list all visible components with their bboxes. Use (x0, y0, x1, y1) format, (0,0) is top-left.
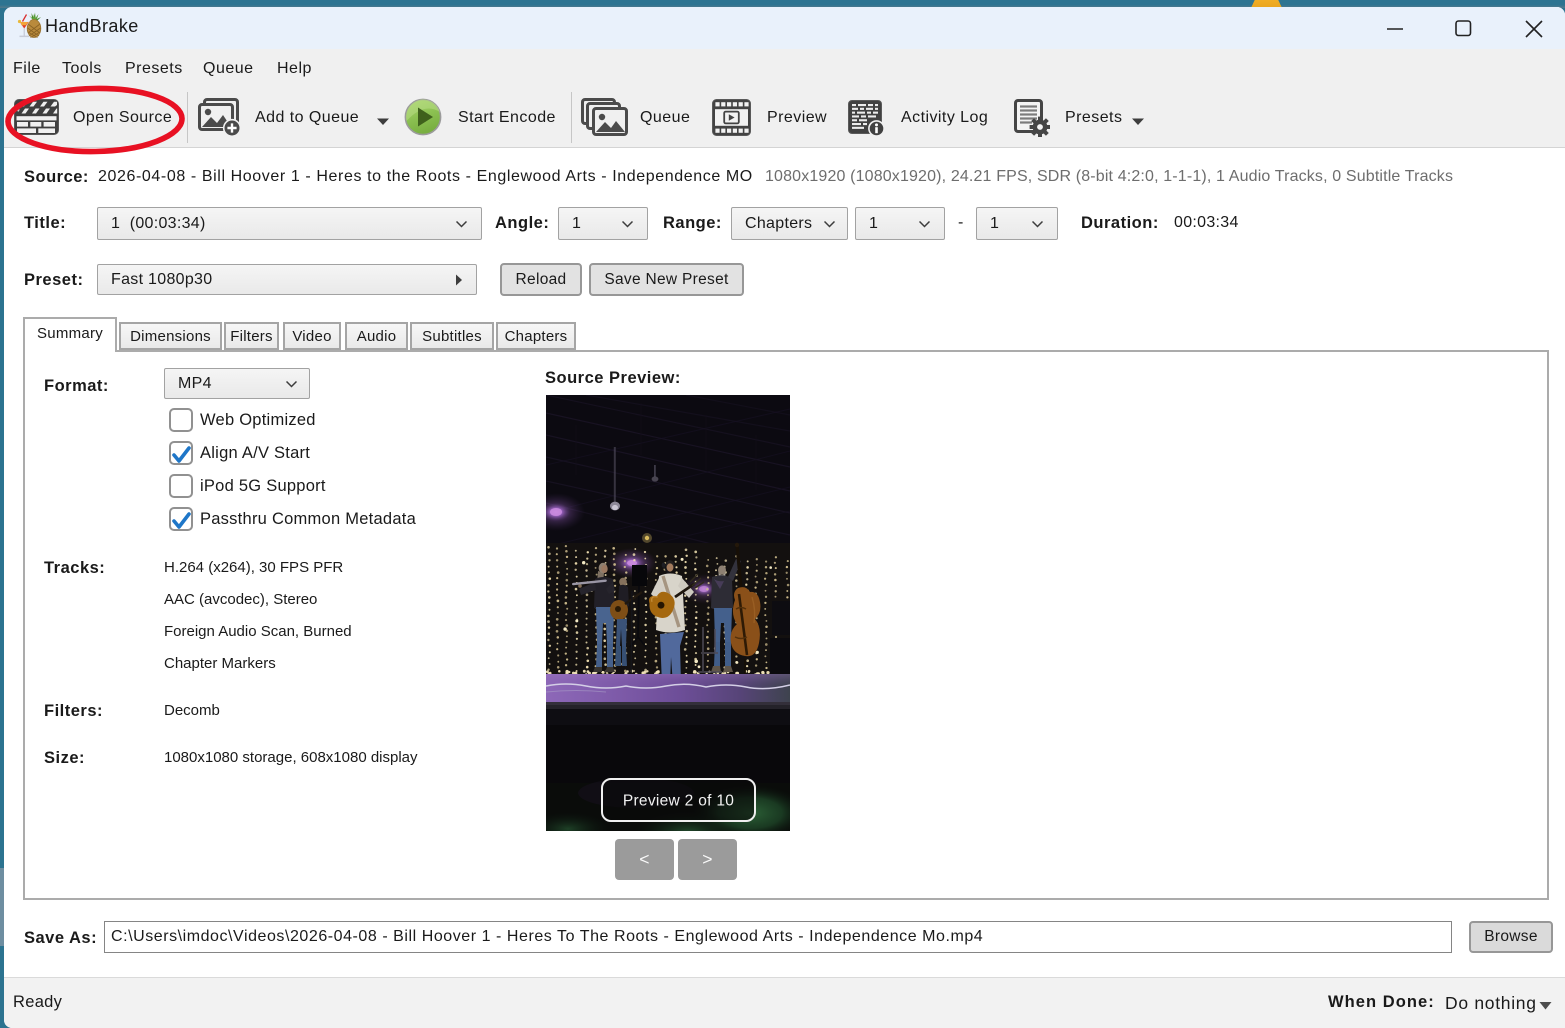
svg-text:Preview 2 of 10: Preview 2 of 10 (623, 793, 734, 810)
